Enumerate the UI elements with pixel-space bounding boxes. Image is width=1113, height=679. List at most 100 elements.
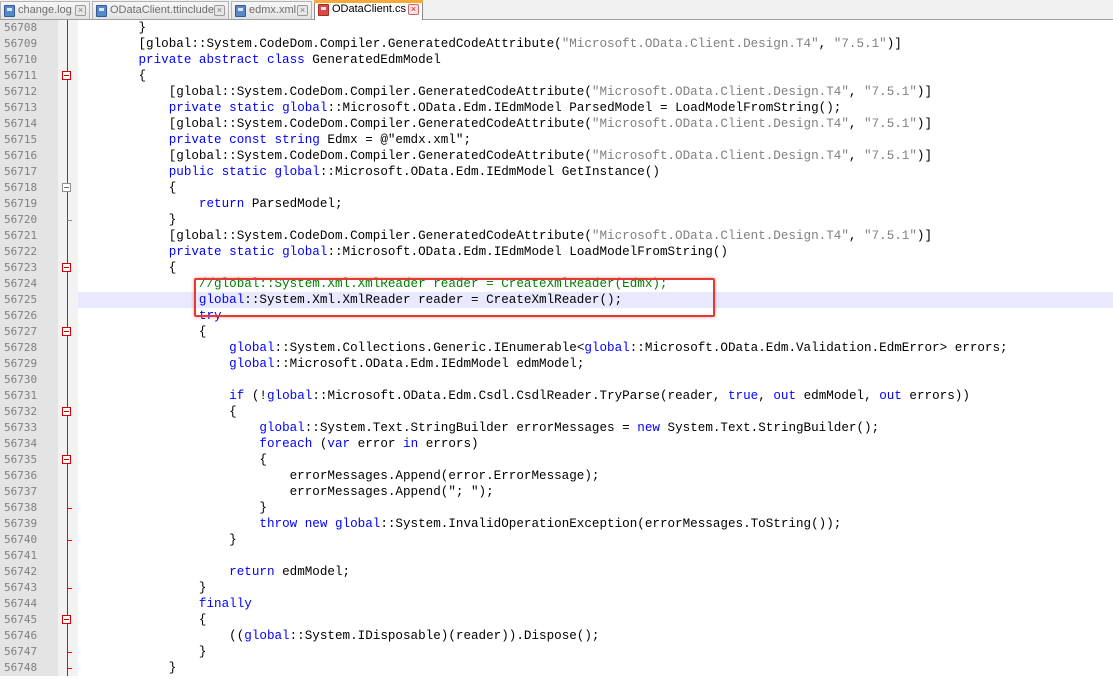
- tab-bar: change.log × ODataClient.ttinclude × edmx.xm…: [0, 0, 1113, 20]
- fold-end-marker: [67, 668, 72, 669]
- code-line[interactable]: 56715 private const string Edmx = @"emdx…: [0, 132, 1113, 148]
- code-line[interactable]: 56710 private abstract class GeneratedEd…: [0, 52, 1113, 68]
- fold-margin: [58, 548, 78, 564]
- code-line[interactable]: 56747 }: [0, 644, 1113, 660]
- code-text: return ParsedModel;: [78, 196, 1113, 212]
- close-icon[interactable]: ×: [75, 5, 86, 16]
- code-token: global: [282, 101, 328, 115]
- code-line[interactable]: 56727 {: [0, 324, 1113, 340]
- code-line[interactable]: 56728 global::System.Collections.Generic…: [0, 340, 1113, 356]
- code-line[interactable]: 56738 }: [0, 500, 1113, 516]
- fold-margin: [58, 628, 78, 644]
- code-line[interactable]: 56732 {: [0, 404, 1113, 420]
- code-token: edmModel;: [274, 565, 351, 579]
- code-line[interactable]: 56709 [global::System.CodeDom.Compiler.G…: [0, 36, 1113, 52]
- line-number: 56741: [0, 548, 58, 564]
- code-token: ::Microsoft.OData.Edm.IEdmModel LoadMode…: [327, 245, 728, 259]
- code-text: {: [78, 180, 1113, 196]
- code-token: (!: [244, 389, 267, 403]
- collapse-icon[interactable]: [62, 615, 71, 624]
- collapse-icon[interactable]: [62, 455, 71, 464]
- tab-odataclient-cs[interactable]: ODataClient.cs ×: [314, 0, 423, 20]
- collapse-icon[interactable]: [62, 407, 71, 416]
- code-line[interactable]: 56737 errorMessages.Append("; ");: [0, 484, 1113, 500]
- code-token: in: [403, 437, 419, 451]
- code-line[interactable]: 56729 global::Microsoft.OData.Edm.IEdmMo…: [0, 356, 1113, 372]
- fold-margin: [58, 196, 78, 212]
- fold-margin: [58, 228, 78, 244]
- code-line[interactable]: 56744 finally: [0, 596, 1113, 612]
- code-editor[interactable]: 56708 } 56709 [global::System.CodeDom.Com…: [0, 20, 1113, 679]
- code-line[interactable]: 56743 }: [0, 580, 1113, 596]
- code-line[interactable]: 56720 }: [0, 212, 1113, 228]
- code-line[interactable]: 56736 errorMessages.Append(error.ErrorMe…: [0, 468, 1113, 484]
- code-token: (: [312, 437, 328, 451]
- code-token: ,: [848, 149, 865, 163]
- code-line[interactable]: 56748 }: [0, 660, 1113, 676]
- code-line[interactable]: 56713 private static global::Microsoft.O…: [0, 100, 1113, 116]
- close-icon[interactable]: ×: [214, 5, 225, 16]
- code-text: errorMessages.Append(error.ErrorMessage)…: [78, 468, 1113, 484]
- code-line[interactable]: 56735 {: [0, 452, 1113, 468]
- code-line[interactable]: 56721 [global::System.CodeDom.Compiler.G…: [0, 228, 1113, 244]
- collapse-icon[interactable]: [62, 263, 71, 272]
- code-token: {: [78, 69, 147, 83]
- fold-margin: [58, 468, 78, 484]
- tab-odataclient-ttinclude[interactable]: ODataClient.ttinclude ×: [92, 1, 229, 19]
- code-token: }: [78, 661, 177, 675]
- fold-margin: [58, 308, 78, 324]
- line-number: 56724: [0, 276, 58, 292]
- fold-margin: [58, 292, 78, 308]
- fold-margin: [58, 148, 78, 164]
- close-icon[interactable]: ×: [297, 5, 308, 16]
- code-line[interactable]: 56719 return ParsedModel;: [0, 196, 1113, 212]
- collapse-icon[interactable]: [62, 183, 71, 192]
- code-text: }: [78, 500, 1113, 516]
- line-number: 56718: [0, 180, 58, 196]
- code-line[interactable]: 56712 [global::System.CodeDom.Compiler.G…: [0, 84, 1113, 100]
- code-token: ::Microsoft.OData.Edm.IEdmModel edmModel…: [274, 357, 585, 371]
- code-line[interactable]: 56717 public static global::Microsoft.OD…: [0, 164, 1113, 180]
- code-text: }: [78, 20, 1113, 36]
- code-line[interactable]: 56731 if (!global::Microsoft.OData.Edm.C…: [0, 388, 1113, 404]
- line-number: 56737: [0, 484, 58, 500]
- fold-end-marker: [67, 652, 72, 653]
- code-token: ,: [758, 389, 774, 403]
- code-line[interactable]: 56734 foreach (var error in errors): [0, 436, 1113, 452]
- code-line[interactable]: 56733 global::System.Text.StringBuilder …: [0, 420, 1113, 436]
- line-number: 56709: [0, 36, 58, 52]
- code-line[interactable]: 56746 ((global::System.IDisposable)(read…: [0, 628, 1113, 644]
- code-token: "Microsoft.OData.Client.Design.T4": [591, 229, 849, 243]
- line-number: 56722: [0, 244, 58, 260]
- tab-edmx-xml[interactable]: edmx.xml ×: [231, 1, 312, 19]
- code-line[interactable]: 56741: [0, 548, 1113, 564]
- code-line[interactable]: 56722 private static global::Microsoft.O…: [0, 244, 1113, 260]
- code-line[interactable]: 56723 {: [0, 260, 1113, 276]
- code-text: global::Microsoft.OData.Edm.IEdmModel ed…: [78, 356, 1113, 372]
- collapse-icon[interactable]: [62, 327, 71, 336]
- code-line[interactable]: 56740 }: [0, 532, 1113, 548]
- code-line[interactable]: 56718 {: [0, 180, 1113, 196]
- code-line[interactable]: 56742 return edmModel;: [0, 564, 1113, 580]
- line-number: 56728: [0, 340, 58, 356]
- code-line[interactable]: 56708 }: [0, 20, 1113, 36]
- close-icon[interactable]: ×: [408, 4, 419, 15]
- code-text: }: [78, 212, 1113, 228]
- code-line[interactable]: 56714 [global::System.CodeDom.Compiler.G…: [0, 116, 1113, 132]
- line-number: 56732: [0, 404, 58, 420]
- code-line[interactable]: 56730: [0, 372, 1113, 388]
- code-line[interactable]: 56716 [global::System.CodeDom.Compiler.G…: [0, 148, 1113, 164]
- code-token: out: [879, 389, 902, 403]
- code-line[interactable]: 56745 {: [0, 612, 1113, 628]
- tab-change-log[interactable]: change.log ×: [0, 1, 90, 19]
- line-number: 56744: [0, 596, 58, 612]
- line-number: 56747: [0, 644, 58, 660]
- code-token: "7.5.1": [864, 117, 917, 131]
- code-line[interactable]: 56739 throw new global::System.InvalidOp…: [0, 516, 1113, 532]
- code-line[interactable]: 56711 {: [0, 68, 1113, 84]
- collapse-icon[interactable]: [62, 71, 71, 80]
